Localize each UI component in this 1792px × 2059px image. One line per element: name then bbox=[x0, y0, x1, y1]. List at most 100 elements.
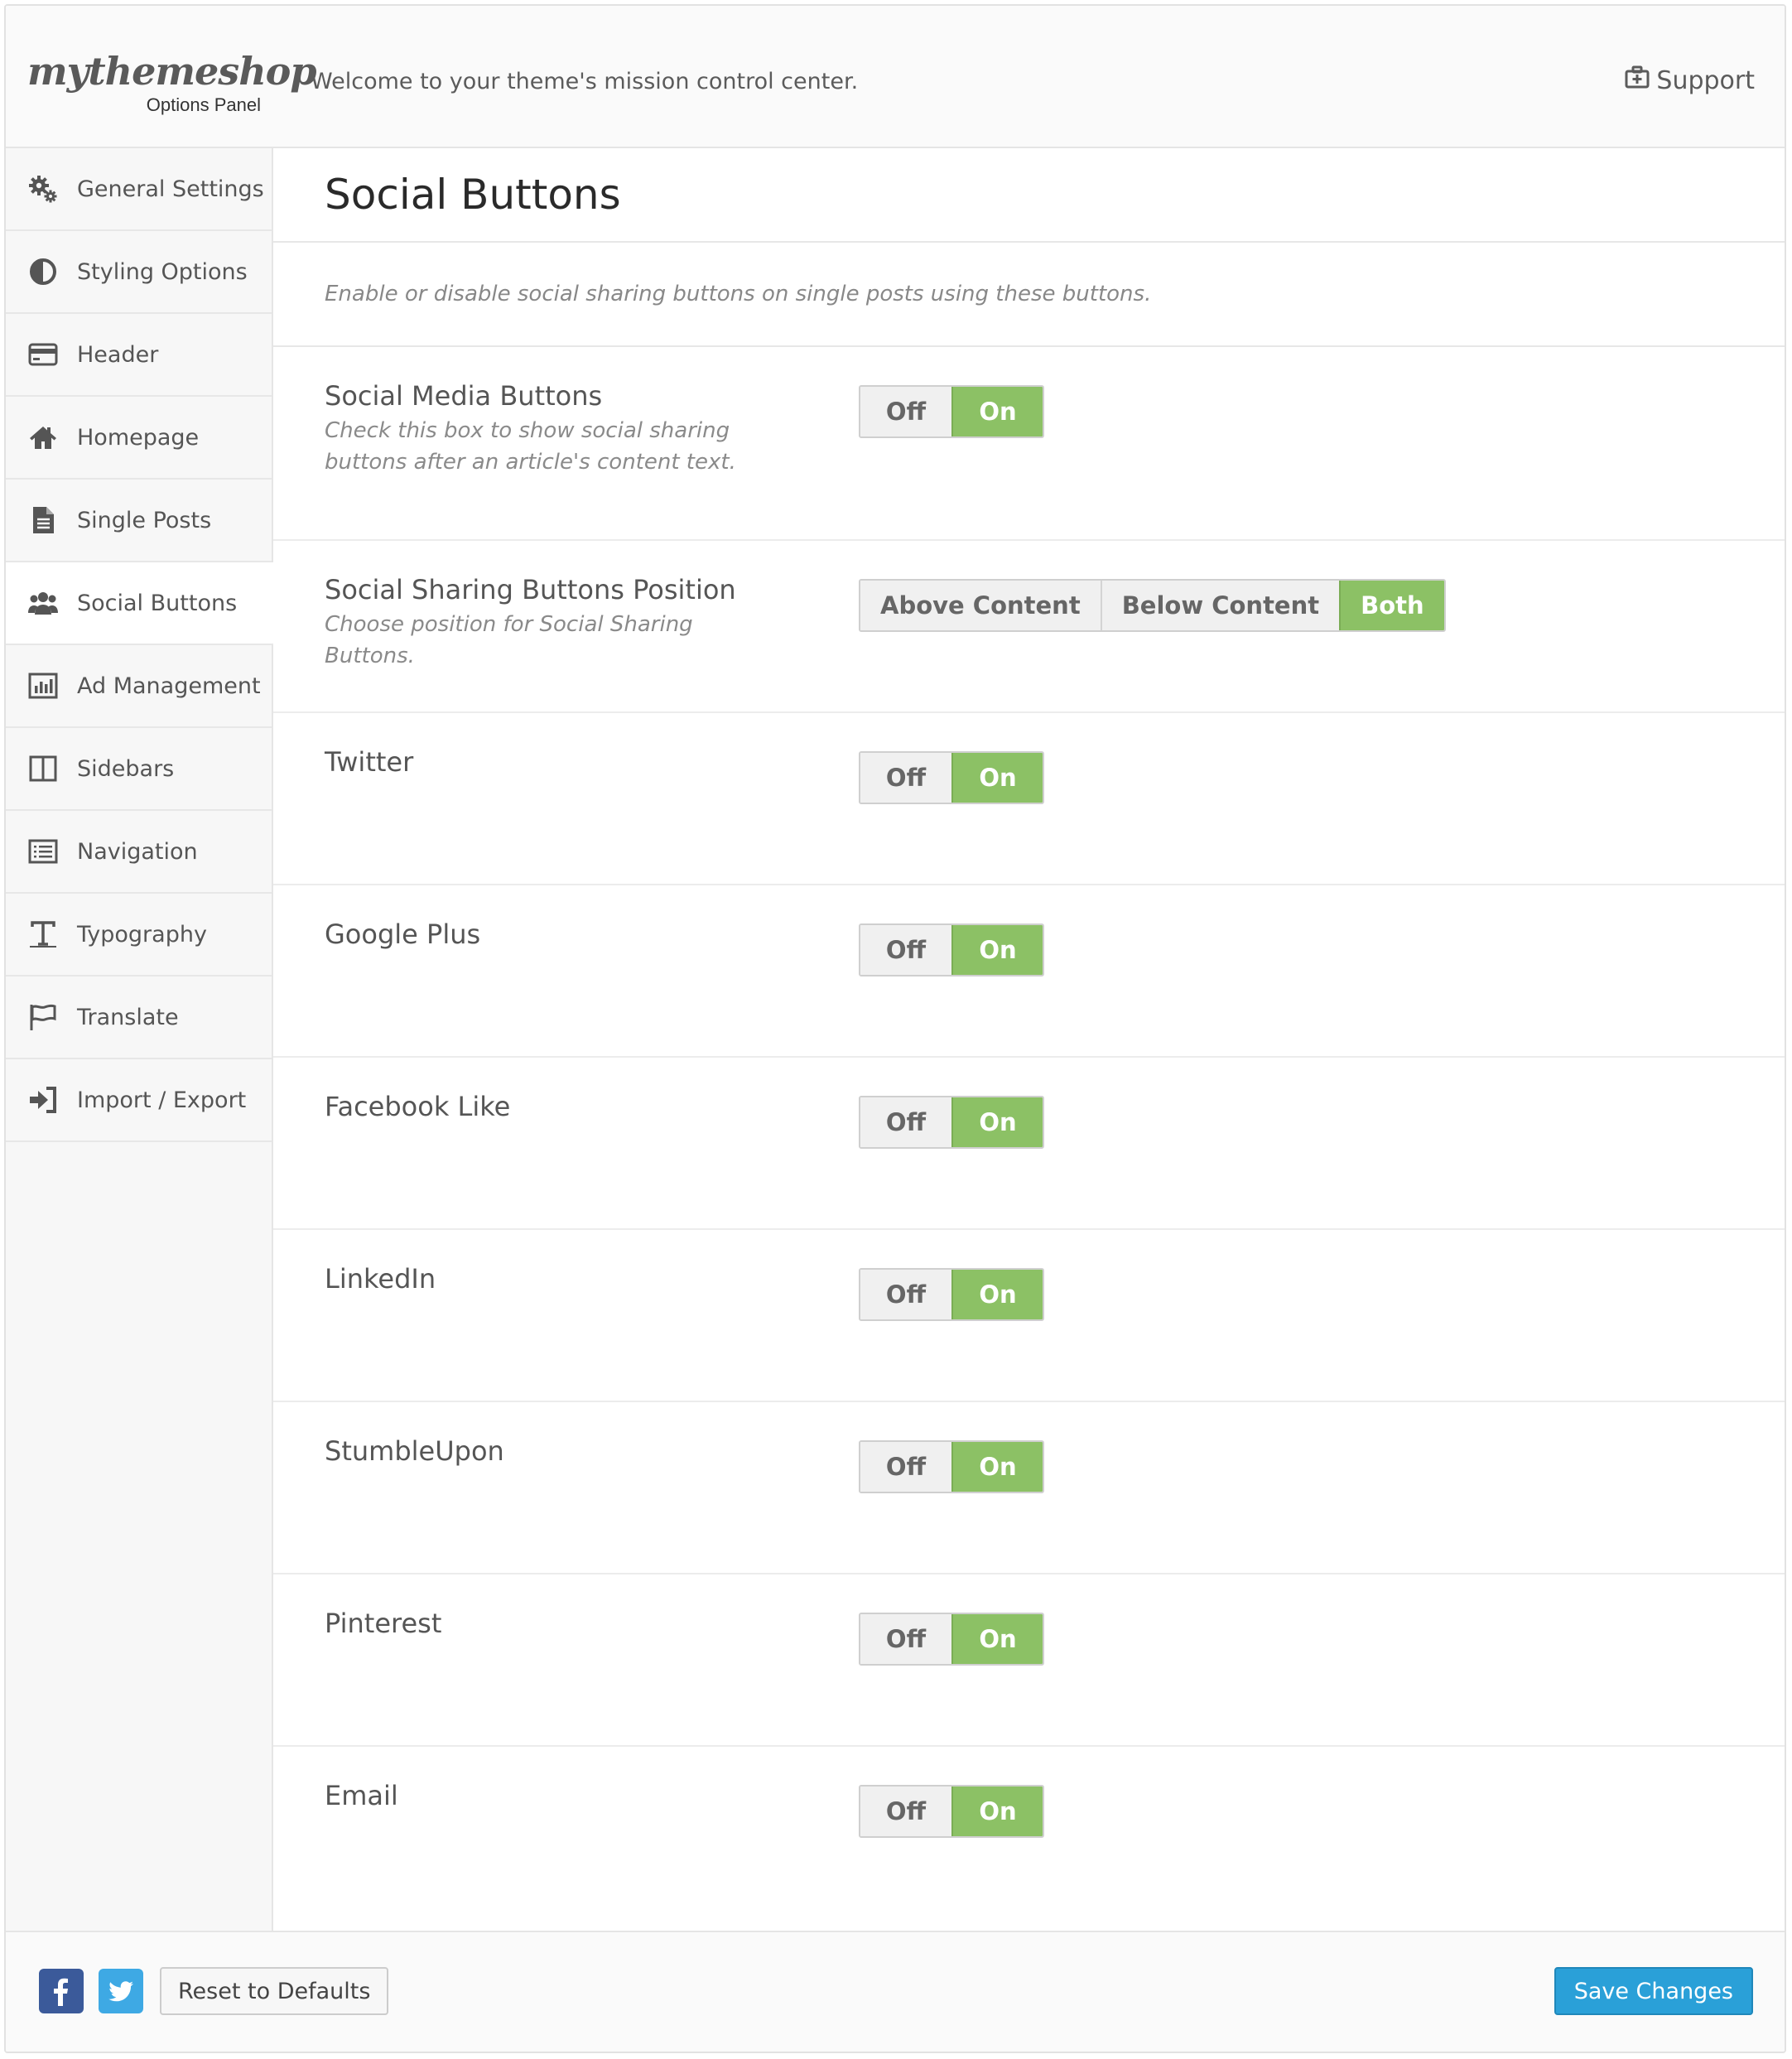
title-bar: Social Buttons bbox=[273, 148, 1785, 243]
sidebar-item-label: Typography bbox=[77, 921, 207, 948]
section-description: Enable or disable social sharing buttons… bbox=[325, 282, 1152, 306]
sidebar-item-general-settings[interactable]: General Settings bbox=[6, 148, 272, 231]
option-pinterest: Pinterest Off On bbox=[273, 1574, 1785, 1747]
toggle-off[interactable]: Off bbox=[860, 925, 951, 975]
toggle-stumbleupon: Off On bbox=[859, 1440, 1044, 1493]
toggle-on[interactable]: On bbox=[951, 1097, 1043, 1147]
support-link[interactable]: Support bbox=[1625, 65, 1755, 95]
sidebar-item-label: Sidebars bbox=[77, 755, 175, 782]
option-label: Social Sharing Buttons Position bbox=[325, 574, 736, 605]
toggle-off[interactable]: Off bbox=[860, 387, 951, 436]
logo-subtitle: Options Panel bbox=[146, 94, 261, 115]
logo-text: mythemeshop bbox=[27, 49, 316, 94]
top-bar: mythemeshop Options Panel Welcome to you… bbox=[6, 6, 1785, 148]
document-icon bbox=[27, 504, 59, 536]
logo: mythemeshop Options Panel bbox=[27, 49, 316, 123]
sidebar-item-translate[interactable]: Translate bbox=[6, 976, 272, 1059]
toggle-off[interactable]: Off bbox=[860, 753, 951, 803]
option-label: Facebook Like bbox=[325, 1091, 511, 1122]
page-title: Social Buttons bbox=[325, 171, 621, 219]
sidebar-item-typography[interactable]: Typography bbox=[6, 894, 272, 976]
position-below-content[interactable]: Below Content bbox=[1100, 581, 1340, 630]
toggle-social-media-buttons: Off On bbox=[859, 385, 1044, 438]
footer-bar: Reset to Defaults Save Changes bbox=[6, 1931, 1785, 2052]
toggle-pinterest: Off On bbox=[859, 1613, 1044, 1666]
toggle-on[interactable]: On bbox=[951, 925, 1043, 975]
credit-card-icon bbox=[27, 339, 59, 370]
main-content: Social Buttons Enable or disable social … bbox=[273, 148, 1785, 1934]
support-label: Support bbox=[1656, 65, 1755, 95]
text-icon bbox=[27, 919, 59, 950]
toggle-off[interactable]: Off bbox=[860, 1097, 951, 1147]
facebook-icon[interactable] bbox=[39, 1969, 84, 2013]
sidebar-item-label: Ad Management bbox=[77, 673, 261, 699]
sidebar-item-label: Homepage bbox=[77, 424, 200, 451]
home-icon bbox=[27, 422, 59, 453]
list-icon bbox=[27, 836, 59, 867]
option-label: Google Plus bbox=[325, 919, 481, 950]
toggle-email: Off On bbox=[859, 1785, 1044, 1838]
option-facebook-like: Facebook Like Off On bbox=[273, 1058, 1785, 1230]
sidebar-item-import-export[interactable]: Import / Export bbox=[6, 1059, 272, 1142]
sidebar-item-label: Styling Options bbox=[77, 258, 248, 285]
welcome-text: Welcome to your theme's mission control … bbox=[311, 69, 859, 94]
position-above-content[interactable]: Above Content bbox=[860, 581, 1101, 630]
option-description: Check this box to show social sharing bu… bbox=[325, 418, 736, 475]
option-label: Pinterest bbox=[325, 1608, 442, 1639]
toggle-on[interactable]: On bbox=[951, 1614, 1043, 1664]
sidebar-item-ad-management[interactable]: Ad Management bbox=[6, 645, 272, 728]
sidebar-item-label: Single Posts bbox=[77, 507, 212, 533]
toggle-on[interactable]: On bbox=[951, 1787, 1043, 1836]
sidebar: General Settings Styling Options Header … bbox=[6, 148, 273, 1934]
sidebar-item-label: Navigation bbox=[77, 838, 198, 865]
toggle-on[interactable]: On bbox=[951, 1270, 1043, 1319]
flag-icon bbox=[27, 1001, 59, 1033]
option-twitter: Twitter Off On bbox=[273, 713, 1785, 885]
toggle-off[interactable]: Off bbox=[860, 1270, 951, 1319]
toggle-off[interactable]: Off bbox=[860, 1614, 951, 1664]
option-google-plus: Google Plus Off On bbox=[273, 885, 1785, 1058]
sidebar-item-header[interactable]: Header bbox=[6, 314, 272, 397]
toggle-twitter: Off On bbox=[859, 751, 1044, 804]
position-selector: Above Content Below Content Both bbox=[859, 579, 1446, 632]
users-icon bbox=[27, 587, 59, 619]
option-stumbleupon: StumbleUpon Off On bbox=[273, 1402, 1785, 1574]
sidebar-item-sidebars[interactable]: Sidebars bbox=[6, 728, 272, 811]
option-sharing-position: Social Sharing Buttons Position Choose p… bbox=[273, 541, 1785, 713]
toggle-google-plus: Off On bbox=[859, 923, 1044, 976]
option-email: Email Off On bbox=[273, 1747, 1785, 1937]
toggle-on[interactable]: On bbox=[951, 387, 1043, 436]
toggle-off[interactable]: Off bbox=[860, 1442, 951, 1492]
save-changes-button[interactable]: Save Changes bbox=[1554, 1967, 1753, 2015]
sidebar-item-label: Translate bbox=[77, 1004, 179, 1030]
sidebar-item-single-posts[interactable]: Single Posts bbox=[6, 480, 272, 562]
toggle-on[interactable]: On bbox=[951, 1442, 1043, 1492]
option-label: Email bbox=[325, 1780, 398, 1811]
position-both[interactable]: Both bbox=[1339, 581, 1444, 630]
medkit-icon bbox=[1625, 65, 1650, 95]
sidebar-item-social-buttons[interactable]: Social Buttons bbox=[6, 562, 273, 645]
option-label: Social Media Buttons bbox=[325, 380, 603, 412]
option-linkedin: LinkedIn Off On bbox=[273, 1230, 1785, 1402]
option-label: Twitter bbox=[325, 746, 414, 778]
toggle-linkedin: Off On bbox=[859, 1268, 1044, 1321]
sign-in-icon bbox=[27, 1084, 59, 1116]
sidebar-item-label: Import / Export bbox=[77, 1087, 247, 1113]
reset-defaults-button[interactable]: Reset to Defaults bbox=[160, 1967, 389, 2015]
intro-bar: Enable or disable social sharing buttons… bbox=[273, 243, 1785, 347]
sidebar-item-styling-options[interactable]: Styling Options bbox=[6, 231, 272, 314]
contrast-icon bbox=[27, 256, 59, 287]
twitter-icon[interactable] bbox=[99, 1969, 143, 2013]
option-description: Choose position for Social Sharing Butto… bbox=[325, 612, 693, 668]
toggle-on[interactable]: On bbox=[951, 753, 1043, 803]
sidebar-item-navigation[interactable]: Navigation bbox=[6, 811, 272, 894]
bar-chart-icon bbox=[27, 670, 59, 702]
sidebar-item-label: General Settings bbox=[77, 176, 264, 202]
sidebar-item-label: Social Buttons bbox=[77, 590, 238, 616]
toggle-off[interactable]: Off bbox=[860, 1787, 951, 1836]
sidebar-item-homepage[interactable]: Homepage bbox=[6, 397, 272, 480]
toggle-facebook-like: Off On bbox=[859, 1096, 1044, 1149]
sidebar-item-label: Header bbox=[77, 341, 159, 368]
option-social-media-buttons: Social Media Buttons Check this box to s… bbox=[273, 347, 1785, 541]
option-label: LinkedIn bbox=[325, 1263, 436, 1295]
